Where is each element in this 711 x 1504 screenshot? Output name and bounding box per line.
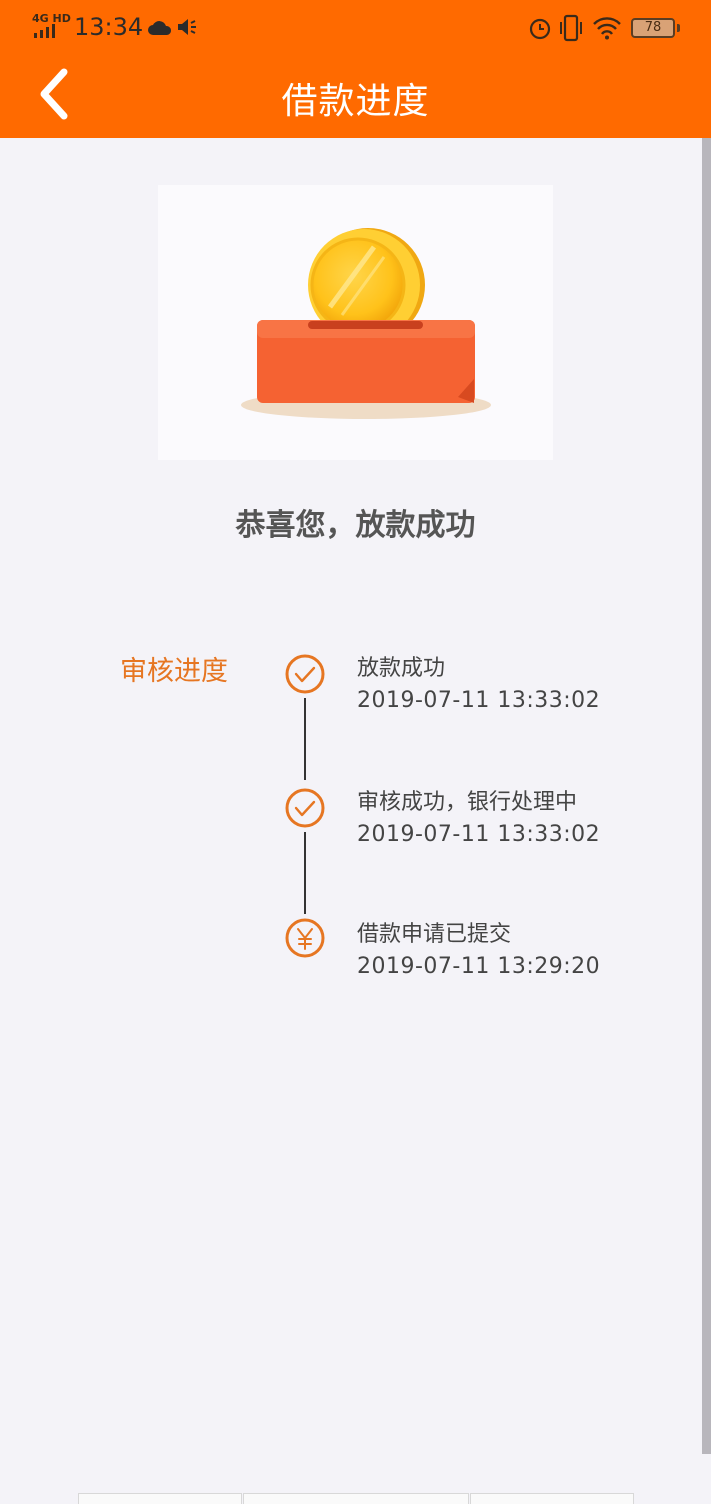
step-time: 2019-07-11 13:29:20: [357, 954, 601, 979]
signal-icon: [34, 24, 55, 38]
bottom-tab[interactable]: [470, 1493, 634, 1504]
wifi-icon: [593, 17, 621, 40]
app-header: 4G HD 13:34 78 借款进度: [0, 0, 711, 138]
timeline-connector: [304, 698, 306, 780]
status-time: 13:34: [74, 13, 144, 41]
cloud-icon: [148, 21, 172, 35]
vibrate-icon: [560, 14, 582, 42]
alarm-icon: [529, 18, 551, 40]
hero-illustration: [158, 185, 553, 460]
success-message: 恭喜您，放款成功: [235, 508, 476, 543]
timeline-connector: [304, 832, 306, 914]
progress-label: 审核进度: [120, 656, 228, 687]
step-title: 审核成功，银行处理中: [357, 790, 578, 815]
scrollbar[interactable]: [702, 138, 711, 1454]
status-bar: 4G HD 13:34 78: [0, 0, 711, 56]
step-time: 2019-07-11 13:33:02: [357, 822, 601, 847]
coin-piggybank-illustration: [241, 228, 491, 419]
speaker-icon: [178, 19, 196, 35]
yuan-circle-icon: [285, 918, 325, 958]
check-circle-icon: [285, 654, 325, 694]
battery-nub: [677, 24, 680, 32]
page-title: 借款进度: [281, 81, 430, 122]
check-circle-icon: [285, 788, 325, 828]
step-time: 2019-07-11 13:33:02: [357, 688, 601, 713]
bottom-tab[interactable]: [78, 1493, 242, 1504]
bottom-tab[interactable]: [243, 1493, 469, 1504]
battery-icon: 78: [631, 18, 675, 38]
step-title: 借款申请已提交: [357, 922, 512, 947]
step-title: 放款成功: [357, 656, 446, 681]
